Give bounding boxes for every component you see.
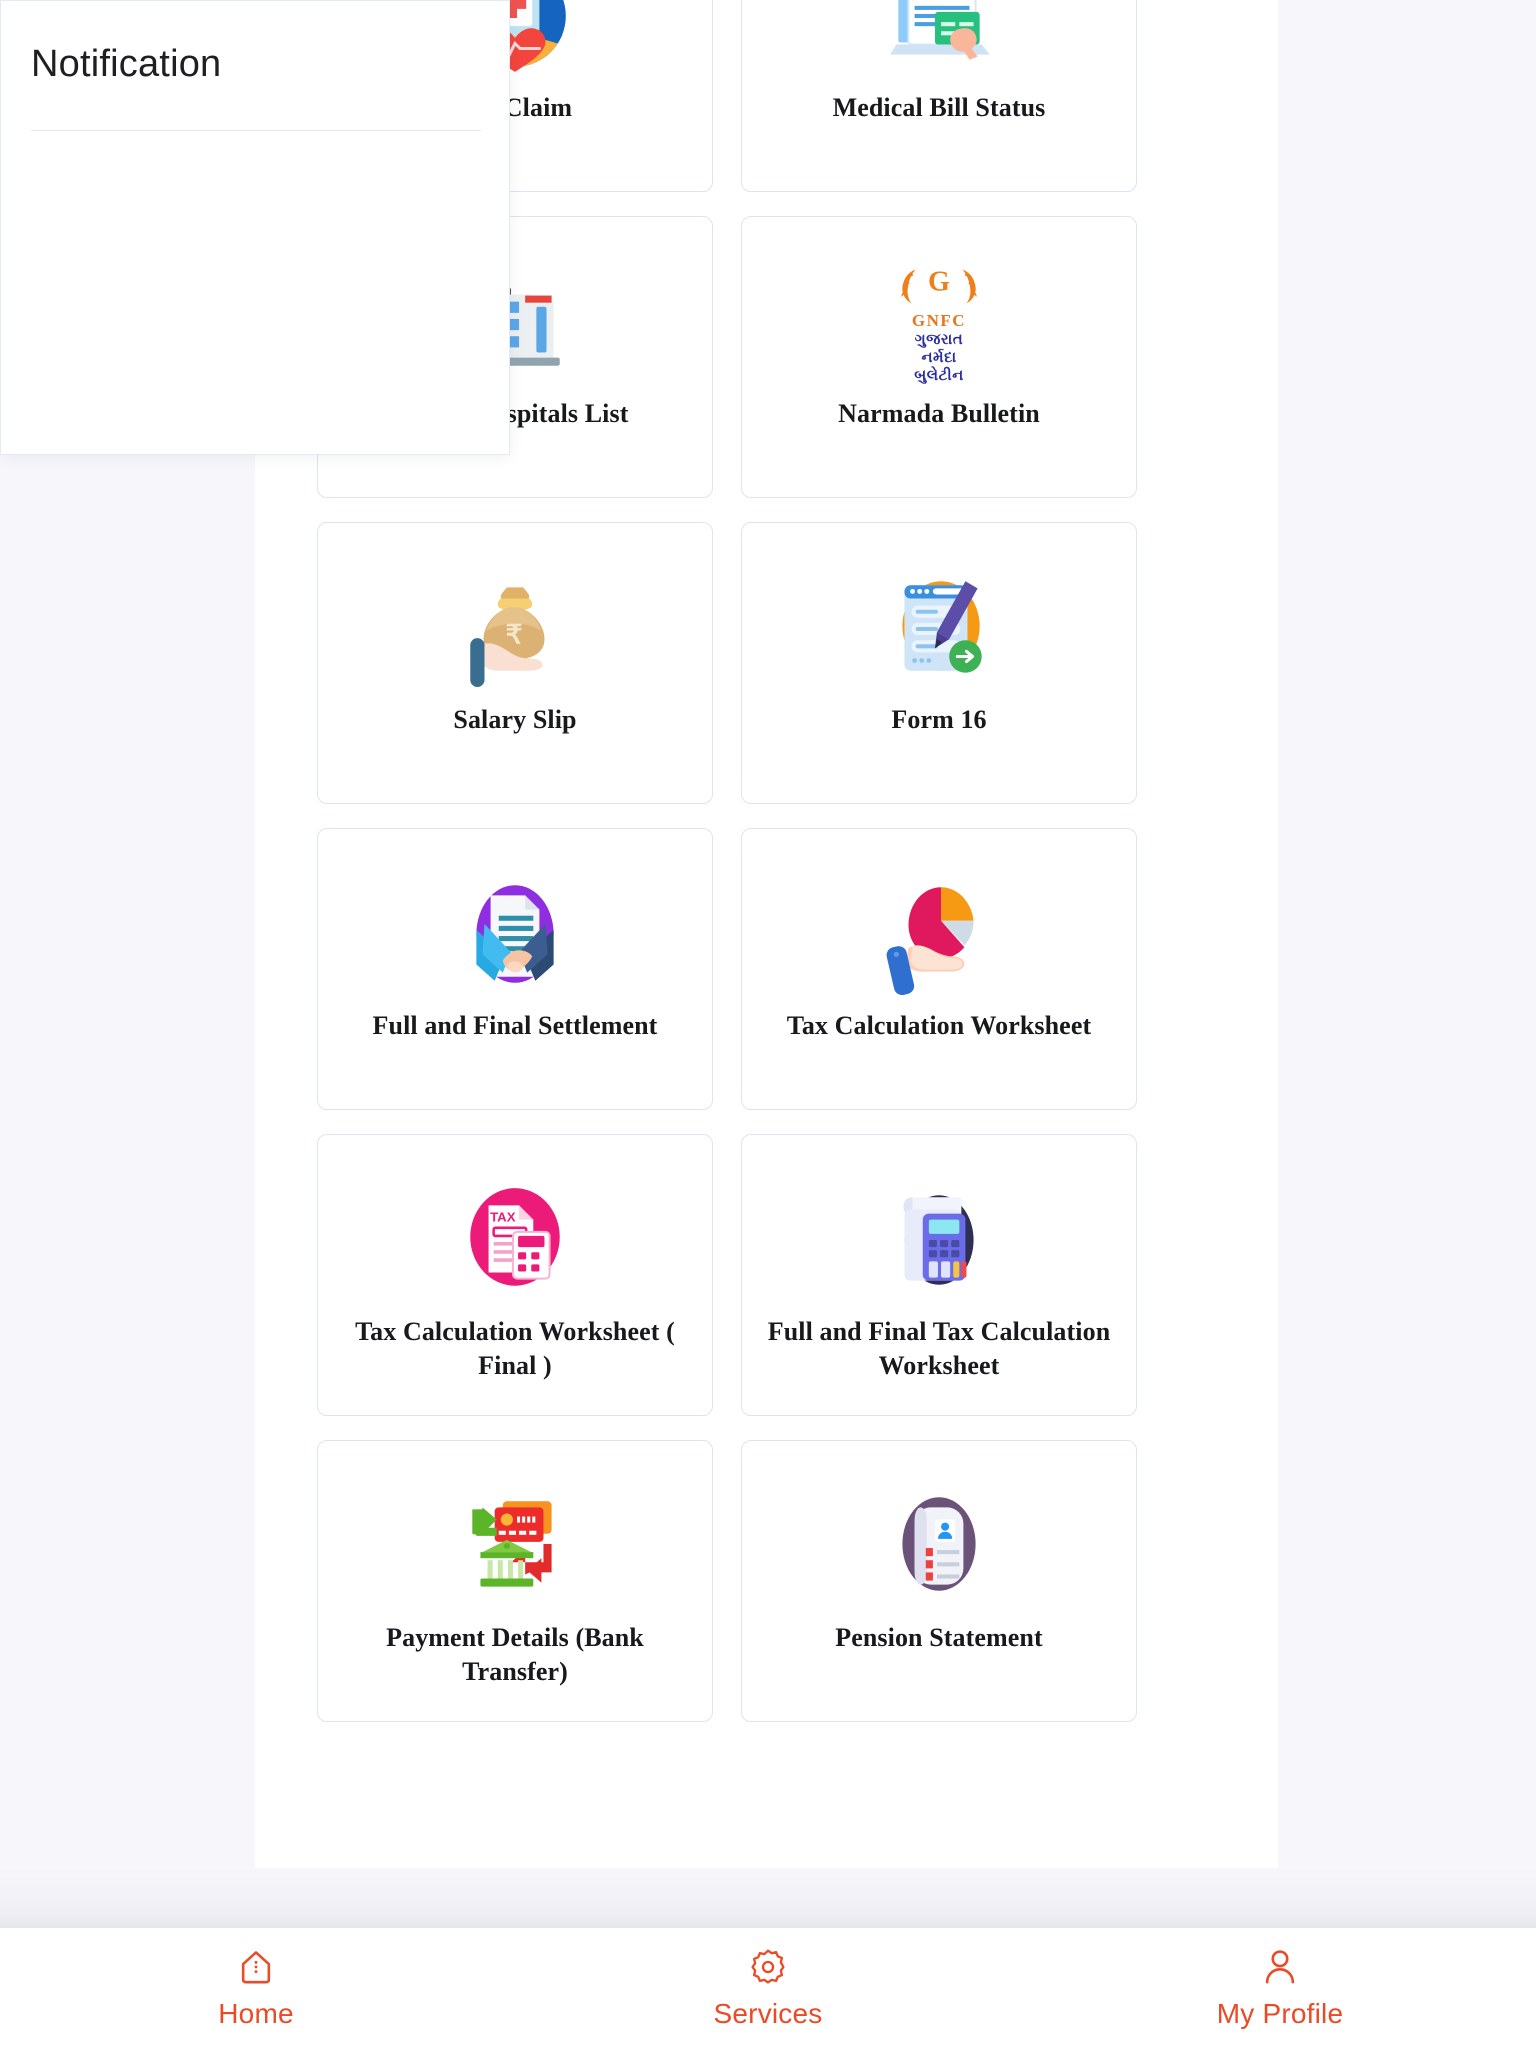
service-card-label: Payment Details (Bank Transfer) xyxy=(386,1623,644,1687)
notification-title: Notification xyxy=(31,43,222,85)
service-card-label: Pension Statement xyxy=(835,1623,1043,1652)
gear-icon xyxy=(751,1949,785,1984)
money-bag-hand-icon: ₹ xyxy=(454,567,576,689)
pension-id-card-icon xyxy=(878,1485,1000,1607)
calculator-receipt-icon xyxy=(878,1179,1000,1301)
nav-item-services[interactable]: Services xyxy=(512,1946,1024,2030)
notification-body xyxy=(31,151,489,440)
gnfc-gujarati-line-2: નર્મદા xyxy=(921,348,957,366)
gnfc-gujarati-line-1: ગુજરાત xyxy=(914,330,964,348)
service-card-label: Narmada Bulletin xyxy=(838,399,1040,428)
gnfc-logo-icon: G GNFC ગુજરાત નર્મદા બુલેટીન xyxy=(878,261,1000,383)
nav-item-label: My Profile xyxy=(1216,1998,1344,2029)
service-card-tax-calculation-worksheet-final[interactable]: TAX Tax Calculation Worksheet (Final) xyxy=(317,1134,713,1416)
home-icon xyxy=(241,1951,271,1984)
medical-bill-status-icon xyxy=(878,0,1000,77)
pie-chart-hand-icon xyxy=(878,873,1000,995)
service-card-full-and-final-settlement[interactable]: Full and Final Settlement xyxy=(317,828,713,1110)
handshake-document-icon xyxy=(454,873,576,995)
service-card-label: Form 16 xyxy=(891,705,987,734)
service-card-label: Tax Calculation Worksheet xyxy=(786,1011,1092,1040)
person-icon xyxy=(1265,1950,1295,1984)
nav-item-my-profile[interactable]: My Profile xyxy=(1024,1946,1536,2030)
service-card-label: Full and Final Settlement xyxy=(372,1011,658,1040)
gnfc-wordmark: GNFC xyxy=(911,310,967,330)
gnfc-gujarati-line-3: બુલેટીન xyxy=(914,366,964,384)
bottom-navigation-bar: Home Services My Profile xyxy=(0,1928,1536,2048)
tax-calculator-icon: TAX xyxy=(454,1179,576,1301)
nav-item-home[interactable]: Home xyxy=(0,1946,512,2030)
content-bottom-gradient xyxy=(0,1868,1536,1928)
service-card-medical-bill-status[interactable]: Medical Bill Status xyxy=(741,0,1137,192)
nav-item-label: Home xyxy=(218,1998,294,2029)
nav-item-label: Services xyxy=(713,1998,823,2029)
service-card-tax-calculation-worksheet[interactable]: Tax Calculation Worksheet xyxy=(741,828,1137,1110)
service-card-salary-slip[interactable]: ₹ Salary Slip xyxy=(317,522,713,804)
tax-icon-label: TAX xyxy=(490,1210,516,1225)
service-card-form-16[interactable]: Form 16 xyxy=(741,522,1137,804)
service-card-label: Full and Final Tax Calculation Worksheet xyxy=(767,1317,1111,1381)
service-card-payment-details-bank-transfer[interactable]: Payment Details (Bank Transfer) xyxy=(317,1440,713,1722)
service-card-label: Tax Calculation Worksheet ( Final ) xyxy=(355,1317,675,1381)
service-card-label: Salary Slip xyxy=(453,705,577,734)
notification-panel[interactable]: Notification xyxy=(0,0,510,455)
svg-text:G: G xyxy=(928,266,950,297)
service-card-label: Medical Bill Status xyxy=(832,93,1046,122)
service-card-full-and-final-tax-calculation-worksheet[interactable]: Full and Final Tax Calculation Worksheet xyxy=(741,1134,1137,1416)
bank-transfer-icon xyxy=(454,1485,576,1607)
service-card-narmada-bulletin[interactable]: G GNFC ગુજરાત નર્મદા બુલેટીન Narmada Bul… xyxy=(741,216,1137,498)
app-root: Bill Claim Medical Bill Status Tieup Hos… xyxy=(0,0,1536,2048)
svg-text:₹: ₹ xyxy=(506,619,523,649)
service-card-pension-statement[interactable]: Pension Statement xyxy=(741,1440,1137,1722)
form-pen-icon xyxy=(878,567,1000,689)
notification-divider xyxy=(31,130,481,131)
